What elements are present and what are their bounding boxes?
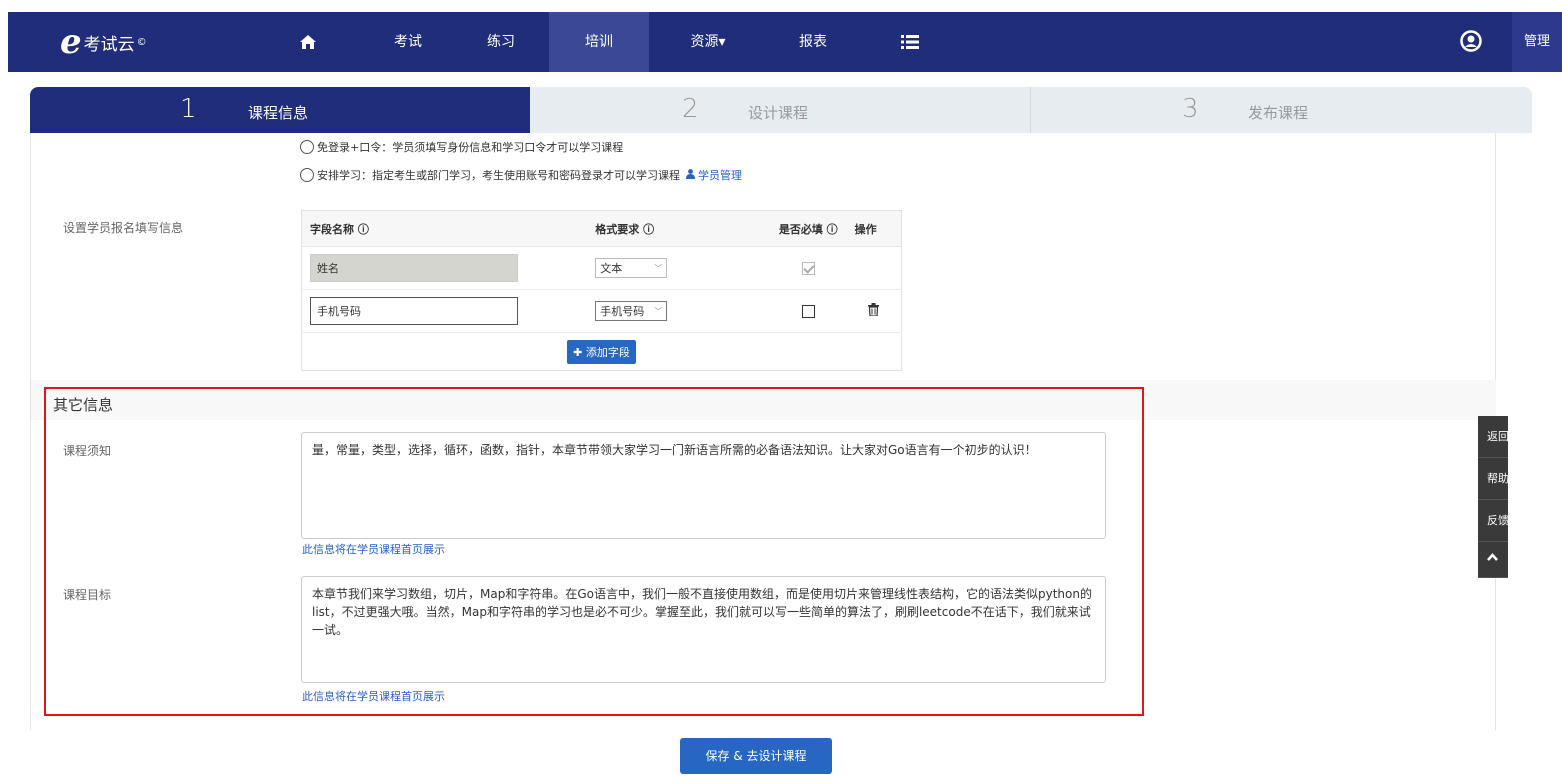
scroll-top-button[interactable] (1478, 542, 1508, 578)
brand-mark: © (136, 36, 147, 48)
nav-reports[interactable]: 报表 (781, 12, 845, 72)
help-button[interactable]: 帮助 (1478, 458, 1508, 500)
format-select[interactable]: 手机号码 ﹀ (595, 301, 668, 321)
field-name-input: 姓名 (310, 254, 518, 282)
action-cell (846, 246, 902, 290)
table-row: 手机号码 手机号码 ﹀ (301, 289, 902, 333)
step-number: 3 (1182, 94, 1199, 124)
required-checkbox (802, 261, 816, 275)
user-avatar-icon[interactable] (1460, 30, 1482, 52)
brand-letter: e (60, 22, 82, 62)
course-goal-textarea[interactable]: 本章节我们来学习数组，切片，Map和字符串。在Go语言中，我们一般不直接使用数组… (301, 576, 1106, 683)
table-header-row: 字段名称 ⓘ 格式要求 ⓘ 是否必填 ⓘ 操作 (301, 210, 902, 247)
column-header-format: 格式要求 ⓘ (587, 210, 771, 247)
brand-logo[interactable]: e 考试云 © (60, 25, 147, 59)
step-label: 设计课程 (748, 104, 809, 122)
top-nav: e 考试云 © 考试 练习 培训 资源▾ 报表 管理 (8, 12, 1562, 72)
home-icon[interactable] (288, 12, 328, 72)
radio-password-login[interactable]: 免登录+口令：学员须填写身份信息和学习口令才可以学习课程 (300, 139, 623, 155)
required-checkbox[interactable] (802, 304, 816, 318)
step-number: 1 (180, 94, 197, 124)
step-label: 发布课程 (1248, 104, 1309, 122)
delete-field-button[interactable] (846, 289, 902, 333)
radio-label: 安排学习：指定考生或部门学习，考生使用账号和密码登录才可以学习课程 (317, 169, 680, 182)
radio-arranged-study[interactable]: 安排学习：指定考生或部门学习，考生使用账号和密码登录才可以学习课程 学员管理 (300, 167, 742, 183)
add-field-button[interactable]: ✚ 添加字段 (567, 339, 636, 364)
step-number: 2 (682, 94, 699, 124)
page: e 考试云 © 考试 练习 培训 资源▾ 报表 管理 1 课程信息 2 设计课程 (0, 0, 1562, 784)
nav-practice[interactable]: 练习 (469, 12, 533, 72)
feedback-button[interactable]: 反馈 (1478, 500, 1508, 542)
radio-label: 免登录+口令：学员须填写身份信息和学习口令才可以学习课程 (317, 141, 624, 154)
step-course-info[interactable]: 1 课程信息 (30, 87, 530, 133)
section-header-band (31, 380, 1496, 420)
step-label: 课程信息 (248, 104, 309, 122)
side-toolbar: 返回 帮助 反馈 (1478, 416, 1508, 578)
nav-exam[interactable]: 考试 (376, 12, 440, 72)
list-menu-icon[interactable] (890, 12, 930, 72)
brand-name: 考试云 (83, 34, 135, 55)
chevron-up-icon (1487, 553, 1498, 561)
course-notice-textarea[interactable]: 量，常量，类型，选择，循环，函数，指针，本章节带领大家学习一门新语言所需的必备语… (301, 432, 1106, 539)
table-footer-row: ✚ 添加字段 (302, 333, 902, 371)
radio-circle[interactable] (300, 168, 314, 182)
back-button[interactable]: 返回 (1478, 416, 1508, 458)
table-row: 姓名 文本 ﹀ (301, 246, 902, 290)
course-notice-label: 课程须知 (63, 444, 112, 458)
person-icon (686, 168, 695, 182)
column-header-field: 字段名称 ⓘ (301, 210, 588, 247)
course-goal-hint: 此信息将在学员课程首页展示 (302, 690, 445, 703)
step-design-course[interactable]: 2 设计课程 (530, 87, 1030, 133)
select-value: 文本 (600, 262, 623, 275)
trash-icon[interactable] (868, 303, 880, 317)
section-title-other-info: 其它信息 (53, 396, 114, 414)
signup-fields-label: 设置学员报名填写信息 (63, 221, 184, 235)
chevron-down-icon: ﹀ (654, 306, 663, 316)
admin-menu[interactable]: 管理 (1512, 12, 1562, 72)
step-wizard: 1 课程信息 2 设计课程 3 发布课程 (30, 87, 1532, 133)
field-name-input[interactable]: 手机号码 (310, 297, 518, 325)
nav-training[interactable]: 培训 (549, 12, 649, 72)
student-management-link[interactable]: 学员管理 (698, 167, 742, 183)
column-header-required: 是否必填 ⓘ (770, 210, 847, 247)
radio-circle[interactable] (300, 140, 314, 154)
step-publish-course[interactable]: 3 发布课程 (1030, 87, 1532, 133)
column-header-action: 操作 (846, 210, 902, 247)
nav-resources[interactable]: 资源▾ (673, 12, 743, 72)
course-goal-label: 课程目标 (63, 588, 112, 602)
course-notice-hint: 此信息将在学员课程首页展示 (302, 543, 445, 556)
save-and-design-button[interactable]: 保存 & 去设计课程 (680, 738, 832, 774)
signup-fields-table: 字段名称 ⓘ 格式要求 ⓘ 是否必填 ⓘ 操作 姓名 文本 ﹀ 手机号码 手机号码… (301, 210, 902, 371)
select-value: 手机号码 (600, 305, 645, 318)
format-select: 文本 ﹀ (595, 258, 668, 278)
chevron-down-icon: ﹀ (654, 263, 663, 273)
